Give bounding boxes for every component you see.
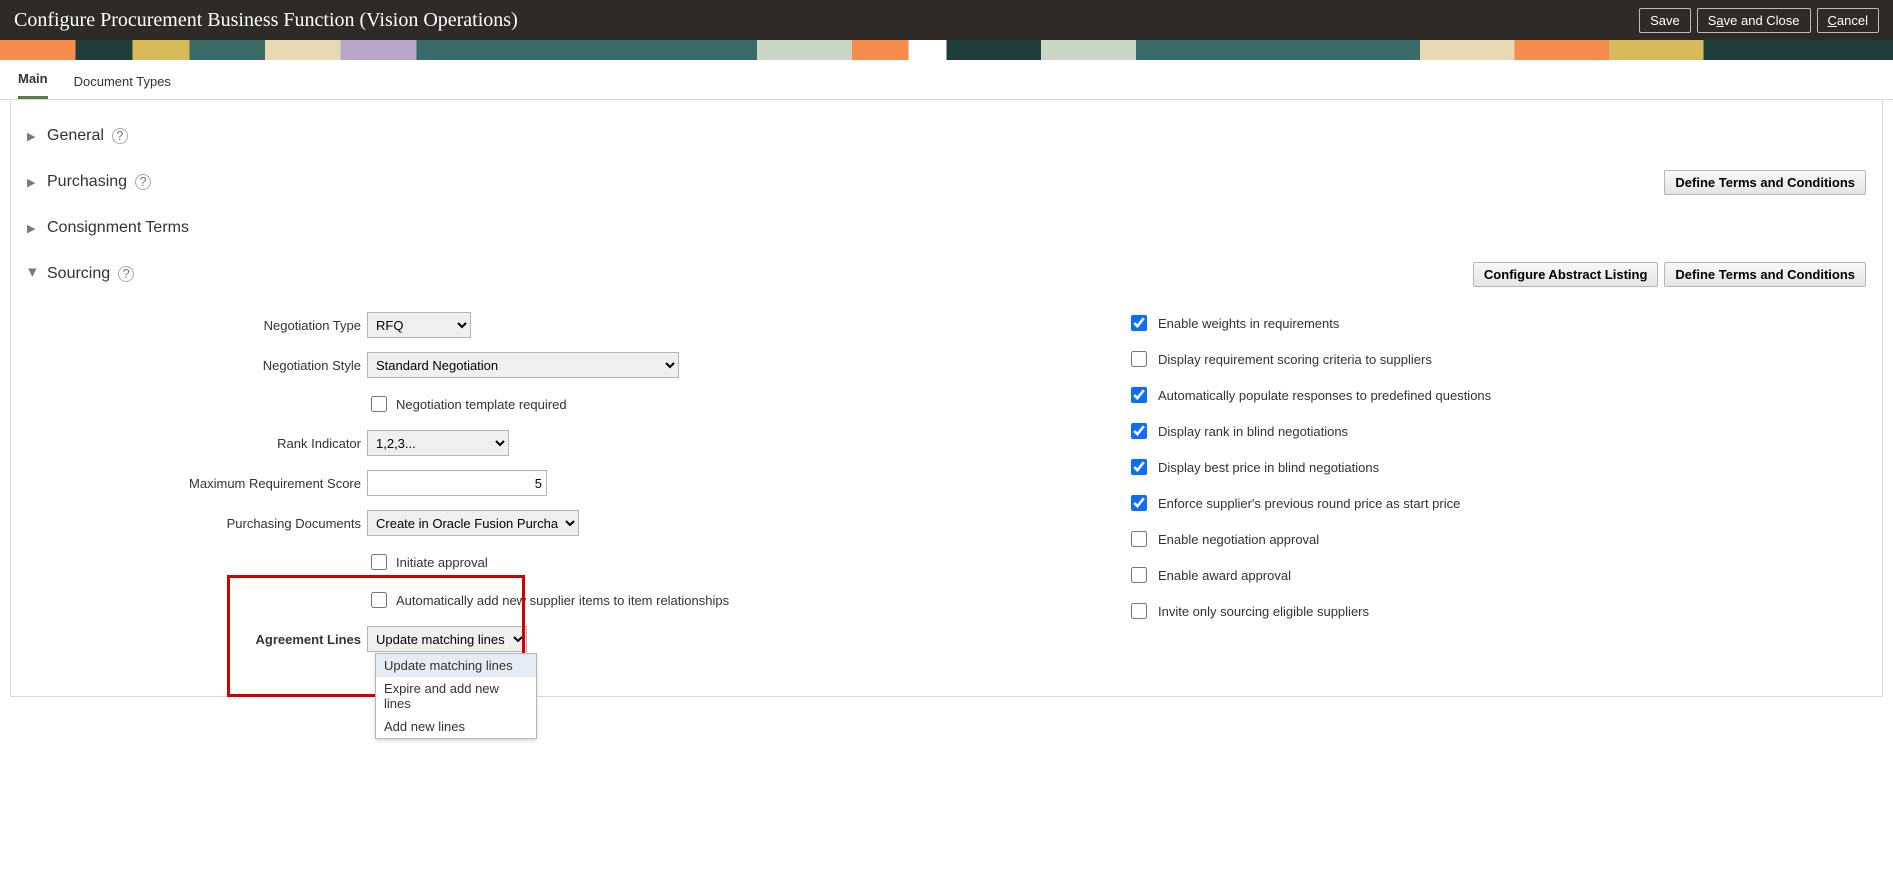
- chevron-down-icon: ▶: [27, 268, 40, 280]
- label-enforce-prev-price: Enforce supplier's previous round price …: [1158, 496, 1460, 511]
- section-consignment[interactable]: ▶ Consignment Terms: [27, 219, 189, 237]
- page-title: Configure Procurement Business Function …: [14, 9, 518, 32]
- chevron-right-icon: ▶: [27, 176, 39, 189]
- chevron-right-icon: ▶: [27, 222, 39, 235]
- initiate-approval-checkbox[interactable]: [371, 554, 387, 570]
- enable-award-approval-checkbox[interactable]: [1131, 567, 1147, 583]
- max-req-score-input[interactable]: [367, 470, 547, 496]
- label-enable-weights: Enable weights in requirements: [1158, 316, 1339, 331]
- label-rank-indicator: Rank Indicator: [27, 436, 367, 451]
- label-auto-add-supplier: Automatically add new supplier items to …: [396, 593, 729, 608]
- label-max-req-score: Maximum Requirement Score: [27, 476, 367, 491]
- invite-only-checkbox[interactable]: [1131, 603, 1147, 619]
- label-negotiation-template-required: Negotiation template required: [396, 397, 567, 412]
- section-title: General: [47, 127, 104, 145]
- configure-abstract-button[interactable]: Configure Abstract Listing: [1473, 262, 1658, 287]
- section-general[interactable]: ▶ General ?: [27, 127, 128, 145]
- label-purchasing-docs: Purchasing Documents: [27, 516, 367, 531]
- agreement-option[interactable]: Expire and add new lines: [376, 677, 536, 715]
- chevron-right-icon: ▶: [27, 130, 39, 143]
- sourcing-form: Negotiation Type RFQ Negotiation Style S…: [27, 312, 1866, 666]
- enable-neg-approval-checkbox[interactable]: [1131, 531, 1147, 547]
- label-auto-populate: Automatically populate responses to pred…: [1158, 388, 1491, 403]
- save-button[interactable]: Save: [1639, 8, 1691, 33]
- auto-add-supplier-checkbox[interactable]: [371, 592, 387, 608]
- negotiation-template-required-checkbox[interactable]: [371, 396, 387, 412]
- label-invite-only: Invite only sourcing eligible suppliers: [1158, 604, 1369, 619]
- enforce-prev-price-checkbox[interactable]: [1131, 495, 1147, 511]
- section-title: Consignment Terms: [47, 219, 189, 237]
- label-agreement-lines: Agreement Lines: [27, 632, 367, 647]
- help-icon[interactable]: ?: [118, 266, 134, 282]
- cancel-button[interactable]: Cancel: [1817, 8, 1879, 33]
- display-rank-checkbox[interactable]: [1131, 423, 1147, 439]
- label-initiate-approval: Initiate approval: [396, 555, 488, 570]
- label-display-scoring: Display requirement scoring criteria to …: [1158, 352, 1432, 367]
- enable-weights-checkbox[interactable]: [1131, 315, 1147, 331]
- tab-document-types[interactable]: Document Types: [74, 74, 171, 99]
- tabs: Main Document Types: [0, 60, 1893, 100]
- header-actions: Save Save and Close Cancel: [1639, 8, 1879, 33]
- content-panel: ▶ General ? ▶ Purchasing ? Define Terms …: [10, 100, 1883, 697]
- help-icon[interactable]: ?: [135, 174, 151, 190]
- label-negotiation-type: Negotiation Type: [27, 318, 367, 333]
- negotiation-style-select[interactable]: Standard Negotiation: [367, 352, 679, 378]
- display-scoring-checkbox[interactable]: [1131, 351, 1147, 367]
- section-sourcing[interactable]: ▶ Sourcing ?: [27, 265, 134, 283]
- rank-indicator-select[interactable]: 1,2,3...: [367, 430, 509, 456]
- save-and-close-button[interactable]: Save and Close: [1697, 8, 1811, 33]
- purchasing-docs-select[interactable]: Create in Oracle Fusion Purchasing: [367, 510, 579, 536]
- agreement-option[interactable]: Add new lines: [376, 715, 536, 738]
- label-display-rank: Display rank in blind negotiations: [1158, 424, 1348, 439]
- define-terms-button[interactable]: Define Terms and Conditions: [1664, 170, 1866, 195]
- define-terms-button-2[interactable]: Define Terms and Conditions: [1664, 262, 1866, 287]
- label-enable-award-approval: Enable award approval: [1158, 568, 1291, 583]
- help-icon[interactable]: ?: [112, 128, 128, 144]
- agreement-option[interactable]: Update matching lines: [376, 654, 536, 677]
- section-purchasing[interactable]: ▶ Purchasing ?: [27, 173, 151, 191]
- negotiation-type-select[interactable]: RFQ: [367, 312, 471, 338]
- section-title: Purchasing: [47, 173, 127, 191]
- agreement-lines-select[interactable]: Update matching lines: [367, 626, 527, 652]
- page-header: Configure Procurement Business Function …: [0, 0, 1893, 40]
- decorative-banner: [0, 40, 1893, 60]
- label-enable-neg-approval: Enable negotiation approval: [1158, 532, 1319, 547]
- section-title: Sourcing: [47, 265, 110, 283]
- agreement-lines-dropdown: Update matching lines Expire and add new…: [375, 653, 537, 739]
- display-best-price-checkbox[interactable]: [1131, 459, 1147, 475]
- auto-populate-checkbox[interactable]: [1131, 387, 1147, 403]
- label-display-best-price: Display best price in blind negotiations: [1158, 460, 1379, 475]
- label-negotiation-style: Negotiation Style: [27, 358, 367, 373]
- tab-main[interactable]: Main: [18, 71, 48, 99]
